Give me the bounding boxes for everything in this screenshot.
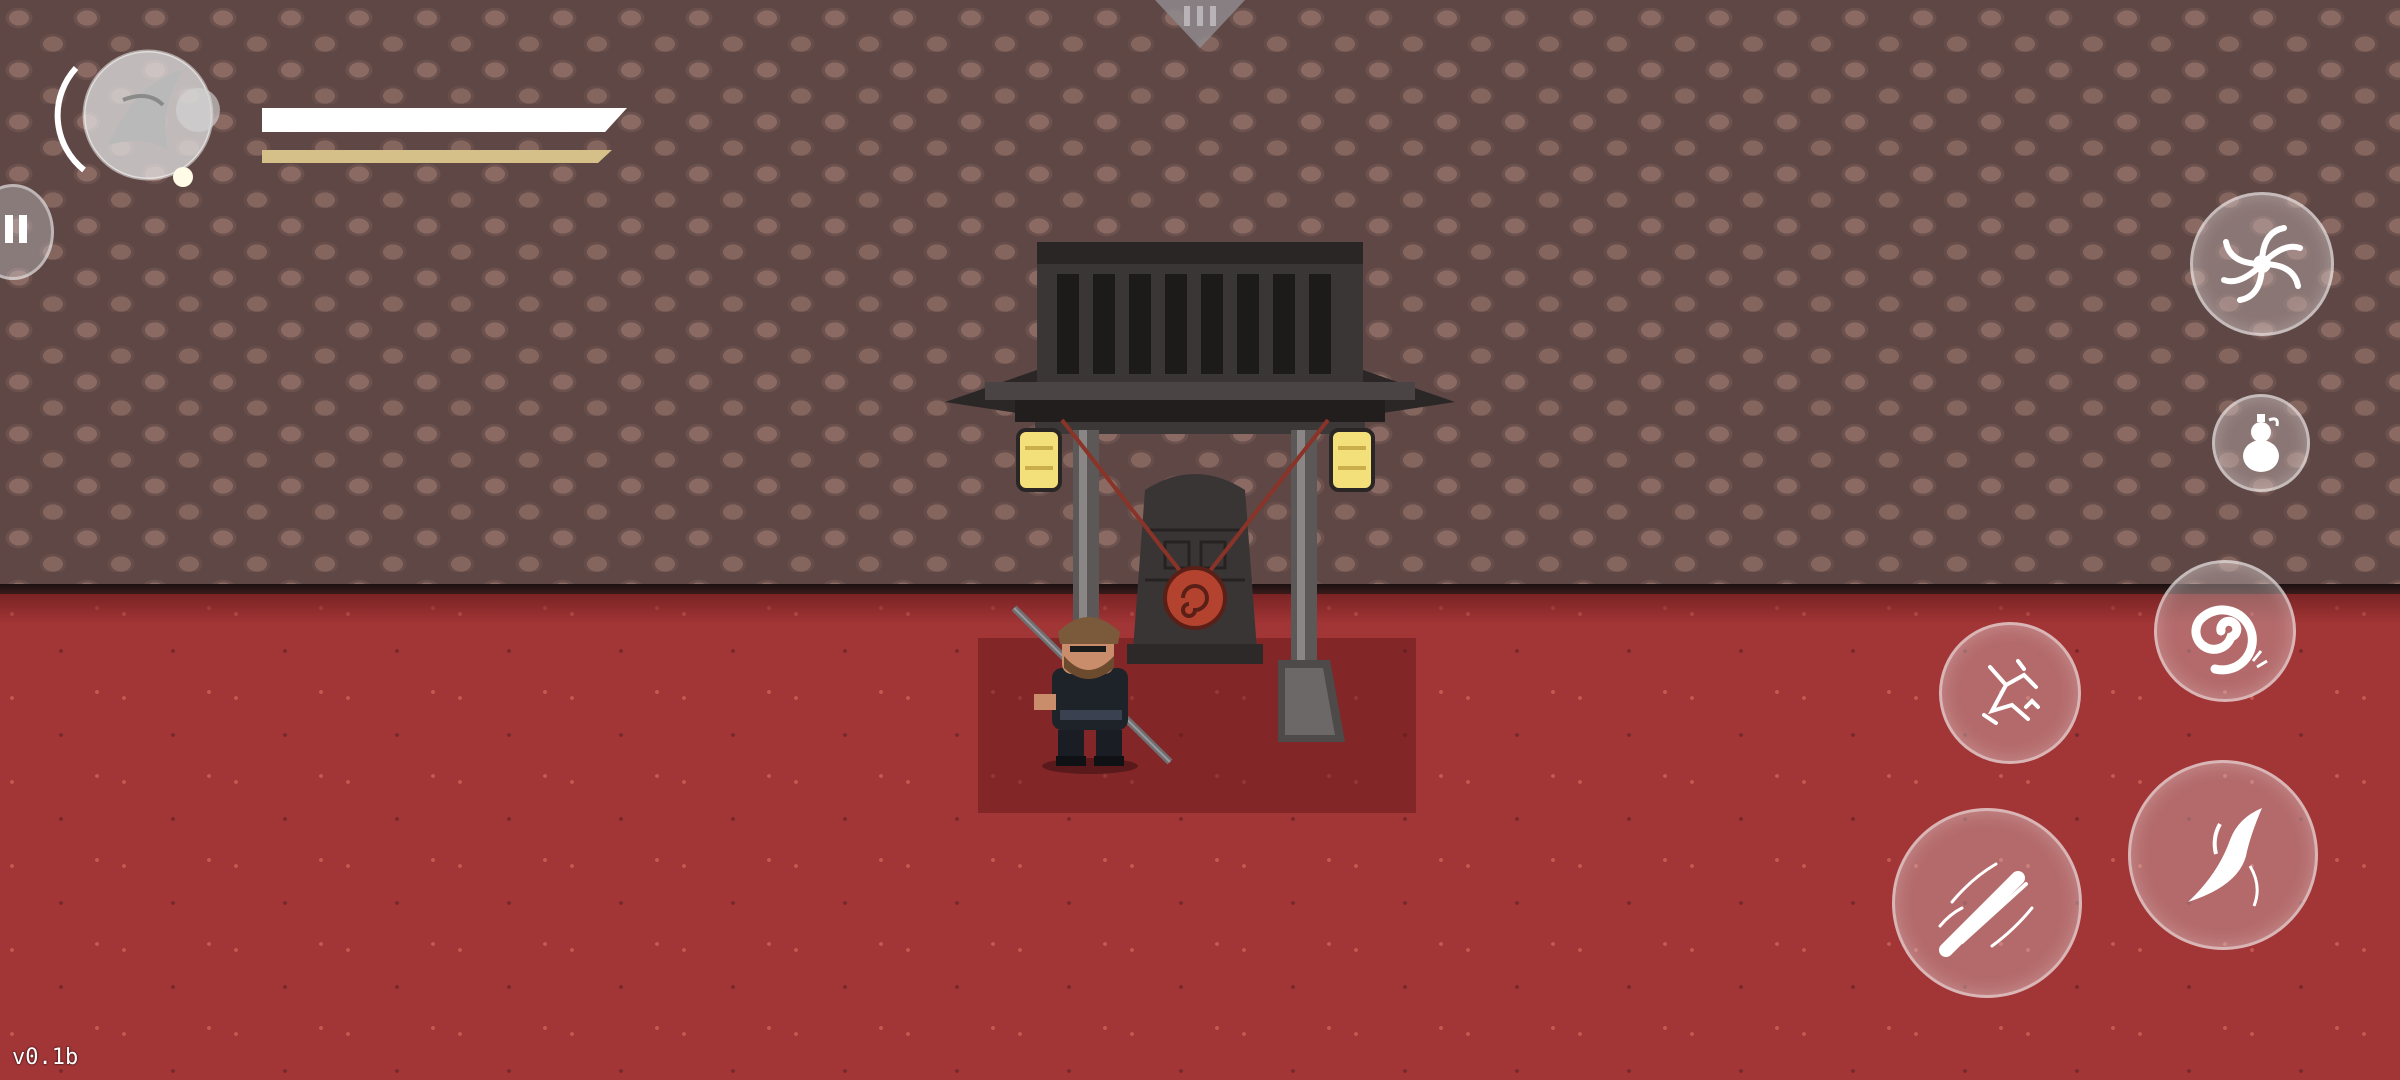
pause-icon (5, 215, 27, 243)
health-bar-fill (262, 108, 627, 132)
stamina-bar-fill (262, 150, 612, 163)
stance-skill-icon (1982, 659, 2040, 725)
spin-skill-button[interactable] (2190, 192, 2334, 336)
heavy-attack-icon (2188, 808, 2262, 907)
player-character (1011, 605, 1173, 774)
gourd-icon (2243, 414, 2279, 472)
heavy-attack-button[interactable] (2128, 760, 2318, 950)
spiral-skill-button[interactable] (2154, 560, 2296, 702)
version-label: v0.1b (12, 1045, 79, 1070)
light-attack-icon (1938, 862, 2034, 957)
stance-skill-button[interactable] (1939, 622, 2081, 764)
spiral-skill-icon (2191, 605, 2268, 675)
spin-skill-icon (2221, 225, 2303, 303)
health-bar (262, 108, 627, 132)
stamina-bar (262, 150, 612, 163)
top-exit-marker (1155, 0, 1245, 48)
gourd-button[interactable] (2212, 394, 2310, 492)
player-portrait (54, 49, 220, 187)
light-attack-button[interactable] (1892, 808, 2082, 998)
